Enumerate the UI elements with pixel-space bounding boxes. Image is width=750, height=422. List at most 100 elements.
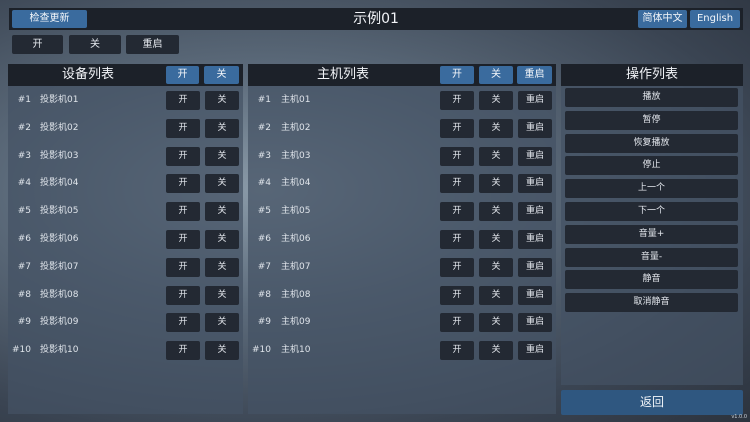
device-off-button[interactable]: 关 [205, 118, 239, 138]
host-on-button[interactable]: 开 [440, 230, 474, 249]
device-off-button[interactable]: 关 [205, 313, 239, 333]
host-row-name: 主机06 [281, 234, 311, 244]
device-on-button[interactable]: 开 [166, 341, 200, 361]
device-off-button[interactable]: 关 [205, 174, 239, 194]
host-on-button[interactable]: 开 [440, 202, 474, 222]
device-row-name: 投影机03 [40, 150, 79, 161]
device-row: #2 投影机02 开关 [8, 118, 243, 138]
action-item[interactable]: 取消静音 [565, 293, 738, 313]
host-row-number: #8 [257, 289, 271, 300]
device-off-button[interactable]: 关 [205, 146, 239, 166]
lang-en-button[interactable]: English [690, 10, 740, 28]
action-panel: 操作列表 播放暂停恢复播放停止上一个下一个音量+ 音量- 静音取消静音 [561, 64, 743, 385]
device-off-button[interactable]: 关 [205, 257, 239, 277]
host-on-button[interactable]: 开 [440, 146, 474, 166]
host-off-button[interactable]: 关 [479, 91, 513, 110]
device-row-name: 投影机09 [40, 317, 79, 328]
host-row: #6 主机06 开关重启 [248, 229, 556, 249]
host-on-button[interactable]: 开 [440, 257, 474, 277]
host-all-off-button[interactable]: 关 [479, 66, 513, 84]
host-on-button[interactable]: 开 [440, 91, 474, 110]
action-panel-title: 操作列表 [625, 67, 678, 82]
host-off-button[interactable]: 关 [479, 285, 513, 305]
host-off-button[interactable]: 关 [479, 146, 513, 166]
device-on-button[interactable]: 开 [166, 146, 200, 166]
host-off-button[interactable]: 关 [479, 202, 513, 222]
lang-zh-button[interactable]: 简体中文 [638, 10, 687, 28]
page-title: 示例01 [353, 11, 399, 27]
host-restart-button[interactable]: 重启 [518, 230, 552, 249]
host-restart-button[interactable]: 重启 [518, 341, 552, 361]
host-all-restart-button[interactable]: 重启 [517, 66, 552, 84]
host-restart-button[interactable]: 重启 [518, 146, 552, 166]
host-restart-button[interactable]: 重启 [518, 118, 552, 138]
device-row-name: 投影机05 [40, 206, 79, 217]
device-on-button[interactable]: 开 [166, 285, 200, 305]
device-row-number: #6 [17, 234, 31, 244]
host-restart-button[interactable]: 重启 [518, 91, 552, 110]
all-off-button[interactable]: 关 [69, 35, 121, 54]
all-on-button[interactable]: 开 [12, 35, 63, 54]
action-item[interactable]: 播放 [565, 88, 738, 107]
host-off-button[interactable]: 关 [479, 174, 513, 194]
action-item[interactable]: 静音 [565, 270, 738, 290]
action-item[interactable]: 音量- [565, 247, 738, 267]
device-row-number: #10 [12, 345, 31, 356]
host-on-button[interactable]: 开 [440, 285, 474, 305]
host-on-button[interactable]: 开 [440, 313, 474, 333]
host-restart-button[interactable]: 重启 [518, 257, 552, 277]
host-off-button[interactable]: 关 [479, 313, 513, 333]
action-item[interactable]: 恢复播放 [565, 133, 738, 153]
device-off-button[interactable]: 关 [205, 285, 239, 305]
host-panel-header: 主机列表 开 关 重启 [248, 64, 556, 86]
host-restart-button[interactable]: 重启 [518, 313, 552, 333]
host-row-number: #6 [257, 234, 271, 244]
device-on-button[interactable]: 开 [166, 174, 200, 194]
device-row: #8 投影机08 开关 [8, 285, 243, 305]
device-row-number: #1 [17, 95, 31, 105]
device-on-button[interactable]: 开 [166, 257, 200, 277]
host-row-name: 主机09 [281, 317, 311, 328]
host-row: #3 主机03 开关重启 [248, 146, 556, 166]
device-row-number: #8 [17, 289, 31, 300]
host-row-name: 主机01 [281, 95, 311, 105]
device-row-name: 投影机07 [40, 261, 79, 272]
host-off-button[interactable]: 关 [479, 230, 513, 249]
host-row: #1 主机01 开关重启 [248, 90, 556, 110]
host-off-button[interactable]: 关 [479, 118, 513, 138]
host-row-name: 主机10 [281, 345, 311, 356]
device-on-button[interactable]: 开 [166, 230, 200, 249]
action-item[interactable]: 下一个 [565, 202, 738, 221]
check-update-button[interactable]: 检查更新 [12, 10, 87, 28]
host-restart-button[interactable]: 重启 [518, 202, 552, 222]
action-item[interactable]: 上一个 [565, 179, 738, 199]
all-restart-button[interactable]: 重启 [126, 35, 179, 54]
host-on-button[interactable]: 开 [440, 174, 474, 194]
device-row-name: 投影机01 [40, 95, 79, 105]
back-button[interactable]: 返回 [561, 390, 743, 415]
host-on-button[interactable]: 开 [440, 118, 474, 138]
device-on-button[interactable]: 开 [166, 118, 200, 138]
action-item[interactable]: 暂停 [565, 110, 738, 130]
host-panel: 主机列表 开 关 重启 #1 主机01 开关重启 #2 主机02 开关重启 #3 主机03 开关… [248, 64, 556, 414]
device-on-button[interactable]: 开 [166, 91, 200, 110]
host-off-button[interactable]: 关 [479, 341, 513, 361]
action-item[interactable]: 音量+ [565, 224, 738, 244]
device-on-button[interactable]: 开 [166, 202, 200, 222]
device-all-off-button[interactable]: 关 [204, 66, 239, 84]
device-off-button[interactable]: 关 [205, 91, 239, 110]
device-off-button[interactable]: 关 [205, 341, 239, 361]
device-row-number: #9 [17, 317, 31, 328]
host-restart-button[interactable]: 重启 [518, 285, 552, 305]
host-off-button[interactable]: 关 [479, 257, 513, 277]
device-off-button[interactable]: 关 [205, 230, 239, 249]
host-all-on-button[interactable]: 开 [440, 66, 474, 84]
host-on-button[interactable]: 开 [440, 341, 474, 361]
device-all-on-button[interactable]: 开 [166, 66, 199, 84]
device-panel-header: 设备列表 开 关 [8, 64, 243, 86]
host-restart-button[interactable]: 重启 [518, 174, 552, 194]
device-row-number: #3 [17, 150, 31, 161]
device-off-button[interactable]: 关 [205, 202, 239, 222]
action-item[interactable]: 停止 [565, 156, 738, 176]
device-on-button[interactable]: 开 [166, 313, 200, 333]
